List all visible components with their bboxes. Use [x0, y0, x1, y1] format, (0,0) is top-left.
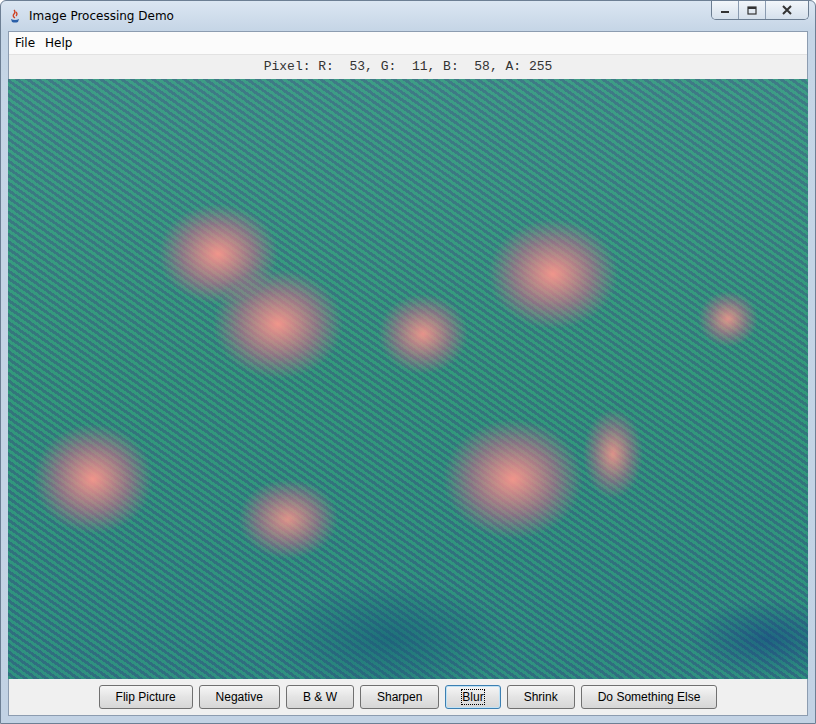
button-label: Flip Picture — [116, 690, 176, 704]
maximize-icon — [747, 6, 757, 15]
client-area: FileHelp Pixel: R: 53, G: 11, B: 58, A: … — [8, 31, 808, 716]
action-button[interactable]: Shrink — [507, 685, 575, 709]
menu-item[interactable]: File — [11, 34, 39, 52]
button-label: Shrink — [524, 690, 558, 704]
button-label: Blur — [462, 690, 483, 704]
button-label: Sharpen — [377, 690, 422, 704]
window-controls — [711, 1, 809, 20]
readout-row: Pixel: R: 53, G: 11, B: 58, A: 255 — [9, 55, 807, 79]
close-icon — [782, 5, 792, 15]
button-label: Negative — [216, 690, 263, 704]
action-button[interactable]: Negative — [199, 685, 280, 709]
menu-item[interactable]: Help — [41, 34, 76, 52]
action-button[interactable]: Sharpen — [360, 685, 439, 709]
java-icon — [7, 8, 23, 24]
window-title: Image Processing Demo — [29, 9, 174, 23]
action-button[interactable]: Do Something Else — [581, 685, 718, 709]
title-bar: Image Processing Demo — [1, 1, 815, 31]
app-window: Image Processing Demo FileHelp Pixel: R:… — [0, 0, 816, 724]
menu-bar: FileHelp — [9, 32, 807, 55]
button-label: Do Something Else — [598, 690, 701, 704]
action-button[interactable]: B & W — [286, 685, 354, 709]
image-canvas[interactable] — [8, 79, 808, 679]
close-button[interactable] — [765, 1, 808, 19]
minimize-button[interactable] — [712, 1, 738, 19]
minimize-icon — [720, 6, 730, 14]
maximize-button[interactable] — [738, 1, 765, 19]
action-button[interactable]: Blur — [445, 685, 500, 709]
button-bar: Flip Picture Negative B & W Sharpen Blur Shri… — [9, 679, 807, 715]
pixel-readout: Pixel: R: 53, G: 11, B: 58, A: 255 — [264, 59, 553, 74]
button-label: B & W — [303, 690, 337, 704]
action-button[interactable]: Flip Picture — [99, 685, 193, 709]
